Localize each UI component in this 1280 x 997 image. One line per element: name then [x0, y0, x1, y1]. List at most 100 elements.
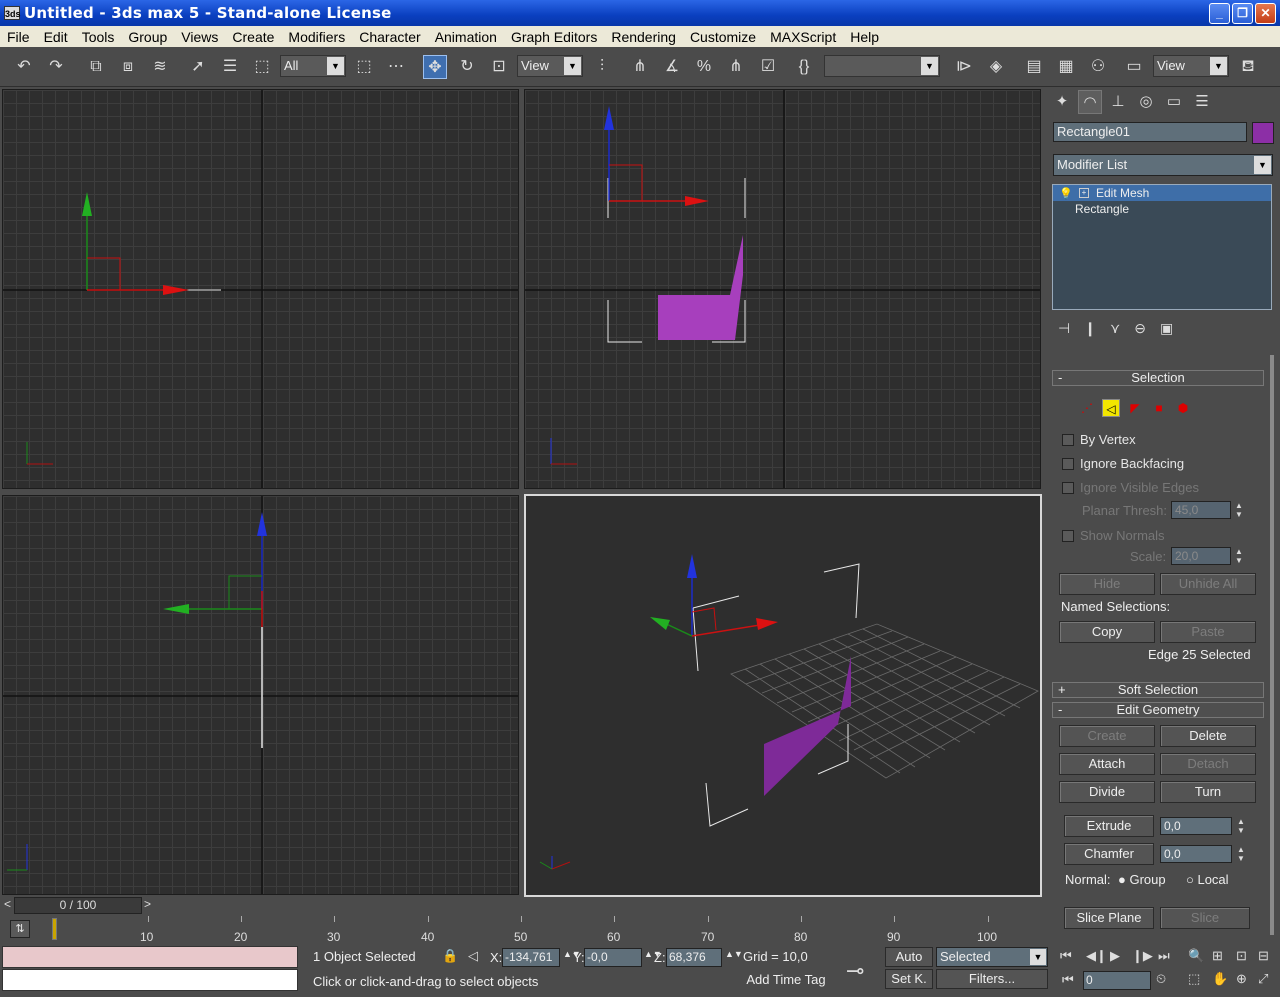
- render-type-dropdown[interactable]: View ▼: [1153, 55, 1229, 77]
- mirror-icon[interactable]: ⧐: [952, 55, 976, 79]
- stack-item-edit-mesh[interactable]: 💡 + Edit Mesh: [1053, 185, 1271, 201]
- select-and-rotate-icon[interactable]: ↻: [455, 55, 479, 79]
- unlink-icon[interactable]: ⧈: [116, 55, 140, 79]
- chamfer-button[interactable]: Chamfer: [1064, 843, 1154, 865]
- spinner-arrows-icon[interactable]: ▲▼: [1236, 845, 1246, 863]
- create-button[interactable]: Create: [1059, 725, 1155, 747]
- menu-tools[interactable]: Tools: [75, 29, 122, 45]
- edge-icon[interactable]: ◁: [1102, 399, 1120, 417]
- modify-tab-icon[interactable]: ◠: [1078, 90, 1102, 114]
- normals-scale-spinner[interactable]: 20,0: [1171, 547, 1231, 565]
- menu-rendering[interactable]: Rendering: [604, 29, 683, 45]
- track-bar[interactable]: ⇅ 10 20 30 40 50 60 70 80 90 100: [0, 916, 1044, 944]
- rectangular-selection-icon[interactable]: ⬚: [250, 55, 274, 79]
- selection-filter-dropdown[interactable]: All ▼: [280, 55, 346, 77]
- chevron-right-icon[interactable]: >: [144, 897, 151, 911]
- display-tab-icon[interactable]: ▭: [1162, 90, 1186, 114]
- key-mode-toggle-icon[interactable]: ⏮: [1062, 972, 1074, 988]
- modifier-list-dropdown[interactable]: Modifier List ▼: [1053, 154, 1273, 176]
- menu-file[interactable]: File: [0, 29, 37, 45]
- remove-modifier-icon[interactable]: ⊖: [1134, 320, 1146, 337]
- attach-button[interactable]: Attach: [1059, 753, 1155, 775]
- maximize-icon[interactable]: ❐: [1232, 3, 1253, 24]
- select-and-move-icon[interactable]: ✥: [423, 55, 447, 79]
- set-key-button[interactable]: Set K.: [885, 969, 933, 989]
- slice-plane-button[interactable]: Slice Plane: [1064, 907, 1154, 929]
- turn-button[interactable]: Turn: [1160, 781, 1256, 803]
- menu-animation[interactable]: Animation: [428, 29, 504, 45]
- copy-button[interactable]: Copy: [1059, 621, 1155, 643]
- material-editor-icon[interactable]: ⚇: [1086, 55, 1110, 79]
- chamfer-spinner[interactable]: 0,0: [1160, 845, 1232, 863]
- normal-local-radio[interactable]: ○ Local: [1186, 872, 1229, 887]
- soft-selection-rollout-header[interactable]: + Soft Selection: [1052, 682, 1264, 698]
- viewport-perspective[interactable]: [524, 494, 1042, 897]
- previous-frame-icon[interactable]: ◀❙: [1086, 948, 1107, 964]
- edit-named-selections-icon[interactable]: ☑: [756, 55, 780, 79]
- zoom-icon[interactable]: 🔍: [1188, 948, 1204, 964]
- add-time-tag-button[interactable]: Add Time Tag: [737, 971, 835, 991]
- select-and-move-icon-extra[interactable]: ⋯: [384, 55, 408, 79]
- menu-edit[interactable]: Edit: [37, 29, 75, 45]
- face-icon[interactable]: ◤: [1126, 399, 1144, 417]
- zoom-all-icon[interactable]: ⊞: [1212, 948, 1223, 964]
- quick-render-icon[interactable]: ⛾: [1236, 55, 1260, 79]
- make-unique-icon[interactable]: ⋎: [1110, 320, 1120, 337]
- next-frame-icon[interactable]: ❙▶: [1132, 948, 1153, 964]
- ignore-visible-edges-checkbox[interactable]: Ignore Visible Edges: [1062, 480, 1199, 495]
- align-icon[interactable]: ◈: [984, 55, 1008, 79]
- zoom-extents-all-icon[interactable]: ⊟: [1258, 948, 1269, 964]
- extrude-button[interactable]: Extrude: [1064, 815, 1154, 837]
- by-vertex-checkbox[interactable]: By Vertex: [1062, 432, 1136, 447]
- spinner-arrows-icon[interactable]: ▲▼: [1234, 547, 1244, 565]
- command-panel-scrollbar[interactable]: [1270, 355, 1274, 935]
- menu-help[interactable]: Help: [843, 29, 886, 45]
- go-to-start-icon[interactable]: ⏮: [1060, 948, 1072, 964]
- spinner-arrows-icon[interactable]: ▲▼: [1236, 817, 1246, 835]
- x-coordinate-field[interactable]: -134,761: [502, 948, 560, 967]
- pin-stack-icon[interactable]: ⊣: [1058, 320, 1070, 337]
- delete-button[interactable]: Delete: [1160, 725, 1256, 747]
- z-coordinate-field[interactable]: 68,376: [666, 948, 722, 967]
- maxscript-listener-mini[interactable]: [2, 946, 298, 968]
- close-icon[interactable]: ✕: [1255, 3, 1276, 24]
- ignore-backfacing-checkbox[interactable]: Ignore Backfacing: [1062, 456, 1184, 471]
- min-max-toggle-icon[interactable]: ⤢: [1258, 971, 1268, 987]
- go-to-end-icon[interactable]: ⏭: [1158, 948, 1170, 964]
- maxscript-input-mini[interactable]: [2, 969, 298, 991]
- angle-snap-icon[interactable]: ∡: [660, 55, 684, 79]
- snap-toggle-icon[interactable]: ⋔: [628, 55, 652, 79]
- lightbulb-icon[interactable]: 💡: [1059, 186, 1073, 202]
- y-coordinate-field[interactable]: -0,0: [584, 948, 642, 967]
- viewport-left[interactable]: [2, 495, 519, 895]
- viewport-front[interactable]: [524, 89, 1041, 489]
- redo-icon[interactable]: ↷: [44, 55, 68, 79]
- motion-tab-icon[interactable]: ◎: [1134, 90, 1158, 114]
- planar-thresh-spinner[interactable]: 45,0: [1171, 501, 1231, 519]
- pivot-center-icon[interactable]: ⫶: [590, 55, 614, 79]
- extrude-spinner[interactable]: 0,0: [1160, 817, 1232, 835]
- viewport-top[interactable]: [2, 89, 519, 489]
- edit-geometry-rollout-header[interactable]: - Edit Geometry: [1052, 702, 1264, 718]
- minimize-icon[interactable]: _: [1209, 3, 1230, 24]
- time-slider[interactable]: < 0 / 100 >: [0, 897, 1044, 916]
- reference-coordinate-dropdown[interactable]: View ▼: [517, 55, 583, 77]
- set-key-icon[interactable]: ⊸: [846, 958, 864, 984]
- chevron-left-icon[interactable]: <: [4, 897, 11, 911]
- undo-icon[interactable]: ↶: [12, 55, 36, 79]
- spinner-arrows-icon[interactable]: ▲▼: [725, 949, 743, 959]
- lock-icon[interactable]: 🔒: [442, 948, 458, 964]
- menu-graph-editors[interactable]: Graph Editors: [504, 29, 604, 45]
- key-filters-button[interactable]: Filters...: [936, 969, 1048, 989]
- percent-snap-icon[interactable]: %: [692, 55, 716, 79]
- named-selection-sets-icon[interactable]: {}: [792, 55, 816, 79]
- menu-character[interactable]: Character: [352, 29, 427, 45]
- auto-key-button[interactable]: Auto: [885, 947, 933, 967]
- render-scene-icon[interactable]: ▭: [1122, 55, 1146, 79]
- menu-modifiers[interactable]: Modifiers: [281, 29, 352, 45]
- vertex-icon[interactable]: ⋰: [1078, 399, 1096, 417]
- menu-maxscript[interactable]: MAXScript: [763, 29, 843, 45]
- normal-group-radio[interactable]: ● Group: [1118, 872, 1166, 887]
- select-object-icon[interactable]: ➚: [186, 55, 210, 79]
- named-selection-dropdown[interactable]: ▼: [824, 55, 940, 77]
